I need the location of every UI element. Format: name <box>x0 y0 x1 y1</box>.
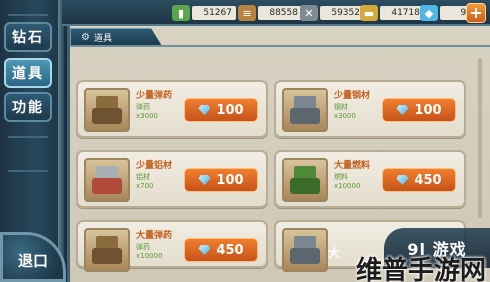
item-name: 大量弹药 <box>136 231 173 241</box>
gem-icon <box>198 245 211 255</box>
item-name: 少量铝材 <box>136 161 173 171</box>
resource-money: ▮ 51267 <box>172 4 236 22</box>
gear-icon: ⚙ <box>81 31 90 43</box>
item-thumbnail <box>84 228 130 272</box>
item-pile <box>290 178 320 194</box>
price-value: 450 <box>414 172 442 188</box>
shop-item-card: 少量弹药 弹药 x3000 100 <box>76 80 268 138</box>
resource-steel-value: 59352 <box>320 6 364 20</box>
back-button[interactable]: 退口 <box>0 232 66 282</box>
steel-icon: ✕ <box>300 5 318 21</box>
buy-button[interactable]: 450 <box>382 168 456 192</box>
resource-steel: ✕ 59352 <box>300 4 364 22</box>
gem-icon: ◆ <box>420 5 438 21</box>
resource-gold: ▬ 41718 <box>360 4 424 22</box>
resource-money-value: 51267 <box>192 6 236 20</box>
nav-items-button[interactable]: 道具 <box>4 58 52 88</box>
side-rail <box>58 0 64 282</box>
gem-icon <box>396 175 409 185</box>
buy-button[interactable]: 100 <box>382 98 456 122</box>
item-type: 钢材 <box>334 103 348 111</box>
item-quantity: x10000 <box>136 252 163 260</box>
item-name: 少量弹药 <box>136 91 173 101</box>
item-pile <box>92 178 122 194</box>
item-thumbnail <box>282 88 328 132</box>
price-value: 100 <box>216 102 244 118</box>
item-thumbnail <box>282 228 328 272</box>
item-name: 大 <box>328 246 341 260</box>
resource-wood-value: 88558 <box>258 6 302 20</box>
price-value: 100 <box>414 102 442 118</box>
add-gems-button[interactable]: + <box>466 3 486 23</box>
buy-button[interactable]: 100 <box>184 98 258 122</box>
gem-icon <box>198 105 211 115</box>
nav-diamond-button[interactable]: 钻石 <box>4 22 52 52</box>
item-pile <box>92 248 122 264</box>
divider <box>8 136 48 138</box>
item-type: 弹药 <box>136 103 150 111</box>
tab-underline <box>70 45 490 47</box>
item-thumbnail <box>84 158 130 202</box>
price-value: 100 <box>216 172 244 188</box>
item-pile <box>290 108 320 124</box>
gem-icon <box>396 105 409 115</box>
buy-button[interactable]: 450 <box>184 238 258 262</box>
item-quantity: x3000 <box>334 112 356 120</box>
item-type: 弹药 <box>136 243 150 251</box>
divider <box>8 170 48 172</box>
item-thumbnail <box>84 88 130 132</box>
shop-item-card: 大量燃料 燃料 x10000 450 <box>274 150 466 208</box>
item-thumbnail <box>282 158 328 202</box>
money-icon: ▮ <box>172 5 190 21</box>
item-type: 铝材 <box>136 173 150 181</box>
side-nav: 钻石 道具 功能 退口 <box>0 0 70 282</box>
item-quantity: x700 <box>136 182 154 190</box>
gem-icon <box>198 175 211 185</box>
resource-bar: ▮ 51267 ≡ 88558 ✕ 59352 ▬ 41718 ◆ 90 + <box>62 0 490 26</box>
game-shop-screen: 钻石 道具 功能 退口 ▮ 51267 ≡ 88558 ✕ 59352 ▬ 41… <box>0 0 490 282</box>
gold-bar-icon: ▬ <box>360 5 378 21</box>
item-quantity: x10000 <box>334 182 361 190</box>
item-type: 燃料 <box>334 173 348 181</box>
resource-gold-value: 41718 <box>380 6 424 20</box>
nav-function-button[interactable]: 功能 <box>4 92 52 122</box>
item-name: 大量燃料 <box>334 161 371 171</box>
item-name: 少量钢材 <box>334 91 371 101</box>
shop-item-card: 少量钢材 钢材 x3000 100 <box>274 80 466 138</box>
tab-label: 道具 <box>93 33 112 44</box>
item-quantity: x3000 <box>136 112 158 120</box>
resource-wood: ≡ 88558 <box>238 4 302 22</box>
buy-button[interactable]: 100 <box>184 168 258 192</box>
shop-item-card: 少量铝材 铝材 x700 100 <box>76 150 268 208</box>
divider <box>8 14 48 16</box>
watermark-text: 维普手游网 <box>355 256 486 282</box>
price-value: 450 <box>216 242 244 258</box>
item-pile <box>290 248 320 264</box>
shop-item-card: 大量弹药 弹药 x10000 450 <box>76 220 268 272</box>
item-pile <box>92 108 122 124</box>
tab-items[interactable]: ⚙ 道具 <box>70 28 162 46</box>
wood-icon: ≡ <box>238 5 256 21</box>
scrollbar[interactable] <box>478 58 482 218</box>
